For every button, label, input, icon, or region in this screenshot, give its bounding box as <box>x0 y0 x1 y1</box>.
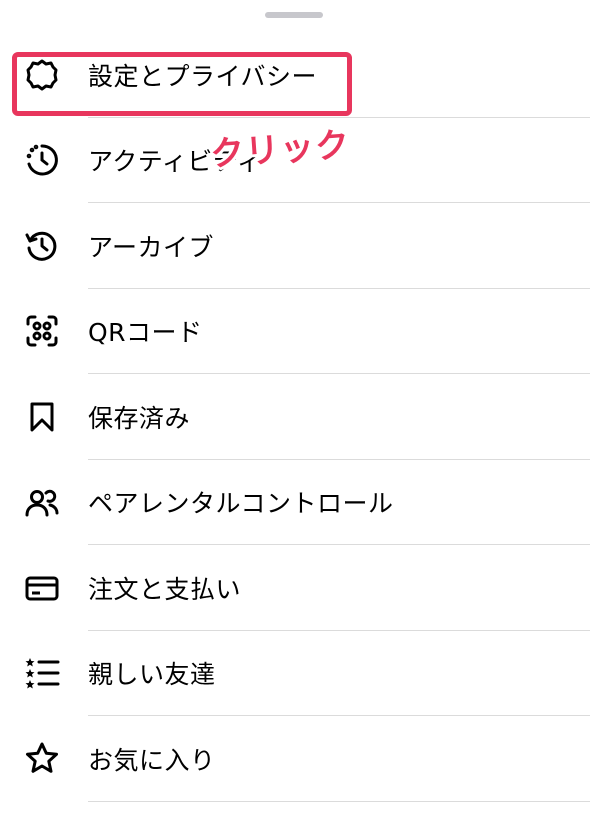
menu-item-label: ペアレンタルコントロール <box>88 489 394 519</box>
menu-item-label: 親しい友達 <box>88 660 216 690</box>
menu-item-qr-code[interactable]: QRコード <box>0 289 590 374</box>
settings-gear-icon <box>24 57 60 93</box>
credit-card-icon <box>24 570 60 606</box>
menu-item-favorites[interactable]: お気に入り <box>0 716 590 802</box>
menu-item-archive[interactable]: アーカイブ <box>0 203 590 289</box>
menu-item-label: 注文と支払い <box>88 574 242 604</box>
activity-icon <box>24 142 60 178</box>
menu-item-settings-privacy[interactable]: 設定とプライバシー <box>0 32 590 118</box>
menu-item-label: 保存済み <box>88 403 191 433</box>
menu-item-close-friends[interactable]: 親しい友達 <box>0 631 590 716</box>
divider <box>88 800 590 802</box>
menu-item-parental-controls[interactable]: ペアレンタルコントロール <box>0 460 590 545</box>
qr-code-icon <box>24 313 60 349</box>
parental-controls-icon <box>24 484 60 520</box>
menu-item-orders-payments[interactable]: 注文と支払い <box>0 545 590 631</box>
click-annotation: クリック <box>209 125 352 175</box>
menu-item-label: お気に入り <box>88 745 216 775</box>
close-friends-list-icon <box>24 655 60 691</box>
drag-handle[interactable] <box>265 12 323 18</box>
menu-item-saved[interactable]: 保存済み <box>0 374 590 460</box>
archive-icon <box>24 228 60 264</box>
bookmark-icon <box>24 399 60 435</box>
menu-item-label: アーカイブ <box>88 232 215 262</box>
menu-item-label: 設定とプライバシー <box>88 61 318 91</box>
menu-item-label: QRコード <box>88 318 203 348</box>
star-icon <box>24 741 60 777</box>
